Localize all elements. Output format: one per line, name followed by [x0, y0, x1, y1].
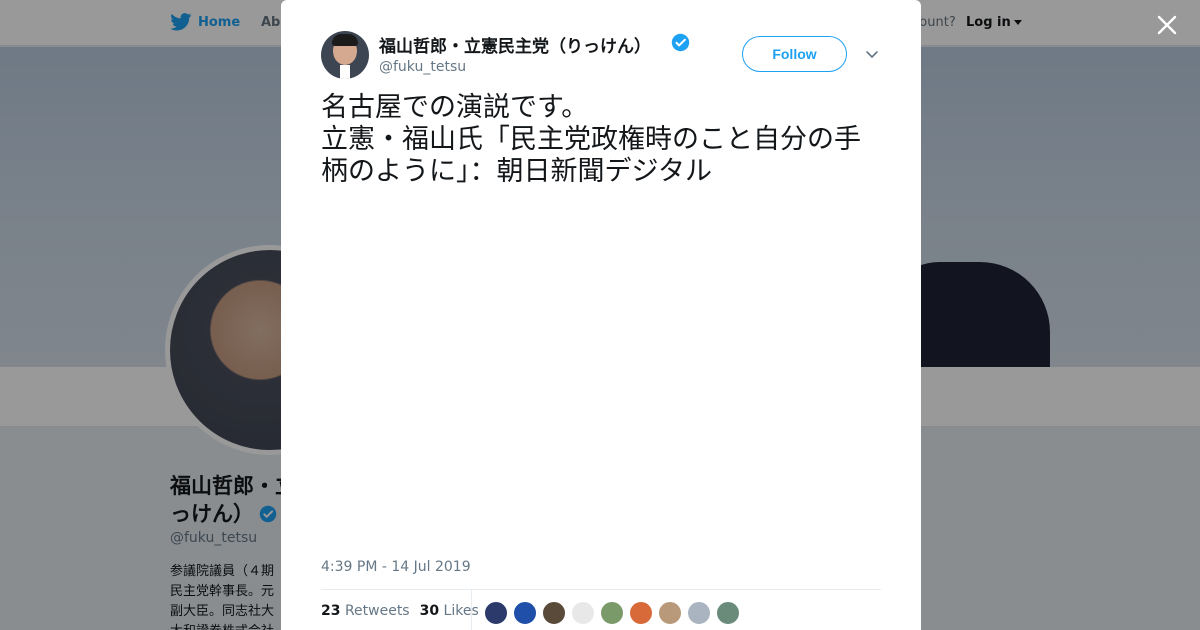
author-handle[interactable]: @fuku_tetsu	[379, 59, 466, 75]
liker-avatar[interactable]	[600, 601, 624, 625]
tweet-menu-button[interactable]	[864, 46, 880, 62]
stats-vertical-divider	[471, 590, 472, 630]
liker-avatar[interactable]	[629, 601, 653, 625]
liker-avatar[interactable]	[716, 601, 740, 625]
follow-button[interactable]: Follow	[742, 36, 847, 72]
tweet-text-line: 柄のように」：朝日新聞デジタル	[321, 156, 712, 187]
close-modal-button[interactable]	[1152, 10, 1182, 40]
tweet-text: 名古屋での演説です。 立憲・福山氏「民主党政権時のこと自分の手 柄のように」：朝…	[321, 92, 886, 188]
chevron-down-icon	[866, 51, 878, 59]
liker-avatar[interactable]	[542, 601, 566, 625]
liker-avatar[interactable]	[484, 601, 508, 625]
avatar-shirt	[340, 65, 350, 79]
like-label: Likes	[443, 603, 479, 619]
retweet-count: 23	[321, 603, 341, 619]
avatar-hair	[332, 34, 358, 46]
liker-avatar[interactable]	[687, 601, 711, 625]
tweet-stats: 23 Retweets 30 Likes	[321, 603, 479, 619]
liker-avatar[interactable]	[571, 601, 595, 625]
close-icon	[1157, 15, 1177, 35]
liker-avatar[interactable]	[513, 601, 537, 625]
retweet-stat[interactable]: 23 Retweets	[321, 603, 410, 619]
retweet-label: Retweets	[344, 603, 410, 619]
like-count: 30	[419, 603, 440, 619]
tweet-timestamp[interactable]: 4:39 PM - 14 Jul 2019	[321, 559, 471, 575]
tweet-text-line: 立憲・福山氏「民主党政権時のこと自分の手	[321, 124, 861, 155]
author-name[interactable]: 福山哲郎・立憲民主党（りっけん）	[379, 32, 651, 57]
like-stat[interactable]: 30 Likes	[420, 603, 479, 619]
author-avatar[interactable]	[321, 31, 369, 79]
tweet-text-line: 名古屋での演説です。	[321, 92, 589, 123]
stats-divider	[321, 589, 881, 590]
liker-avatars	[484, 601, 740, 625]
verified-badge-icon	[671, 33, 690, 52]
liker-avatar[interactable]	[658, 601, 682, 625]
tweet-modal: 福山哲郎・立憲民主党（りっけん） @fuku_tetsu Follow 名古屋で…	[281, 0, 921, 630]
